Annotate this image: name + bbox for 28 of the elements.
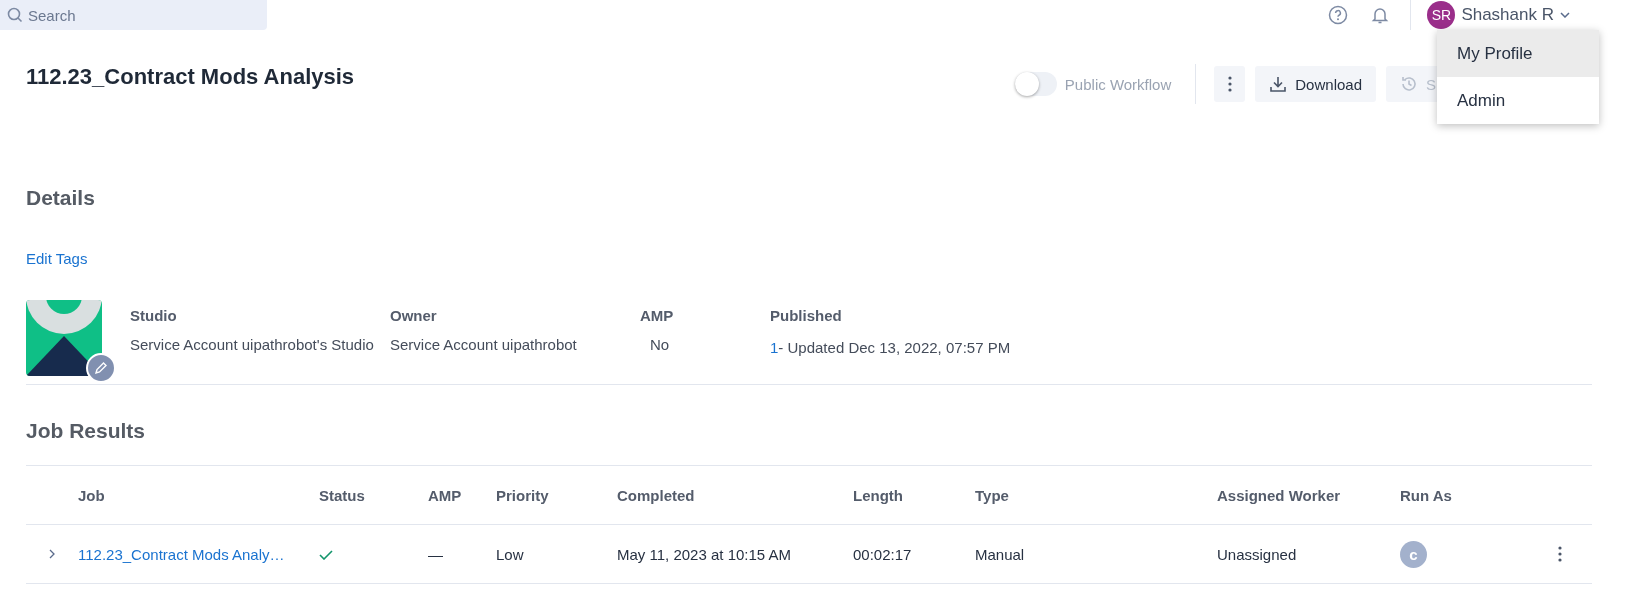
- table-cell-text: —: [428, 545, 444, 563]
- column-header: AMP: [428, 486, 463, 504]
- column-header: Status: [319, 486, 366, 504]
- field-label: Published: [770, 307, 843, 324]
- table-cell-text: Unassigned: [1217, 545, 1298, 563]
- table-cell-text: Low: [496, 545, 525, 563]
- column-header: Type: [975, 486, 1010, 504]
- column-header: Priority: [496, 486, 550, 504]
- table-cell-text: 00:02:17: [853, 545, 913, 563]
- field-value: Service Account uipathrobot: [390, 336, 578, 353]
- field-label: Studio: [130, 307, 178, 324]
- section-heading: Job Results: [25, 418, 147, 443]
- user-avatar: c: [1400, 540, 1427, 568]
- column-header: Job: [78, 486, 106, 504]
- column-header: Completed: [617, 486, 696, 504]
- toggle-label: Public Workflow: [1064, 75, 1172, 93]
- field-value: - Updated Dec 13, 2022, 07:57 PM: [778, 339, 1011, 356]
- field-value: No: [649, 336, 670, 353]
- field-label: Owner: [390, 307, 438, 324]
- field-value: Service Account uipathrobot's Studio: [130, 336, 375, 353]
- page-title: 112.23_Contract Mods Analysis: [26, 64, 355, 90]
- column-header: Assigned Worker: [1217, 486, 1342, 504]
- table-cell-text: May 11, 2023 at 10:15 AM: [617, 545, 792, 563]
- table-cell-text: Manual: [975, 545, 1026, 563]
- field-label: AMP: [640, 307, 674, 324]
- column-header: Length: [853, 486, 904, 504]
- section-heading: Details: [25, 185, 96, 210]
- column-header: Run As: [1400, 486, 1453, 504]
